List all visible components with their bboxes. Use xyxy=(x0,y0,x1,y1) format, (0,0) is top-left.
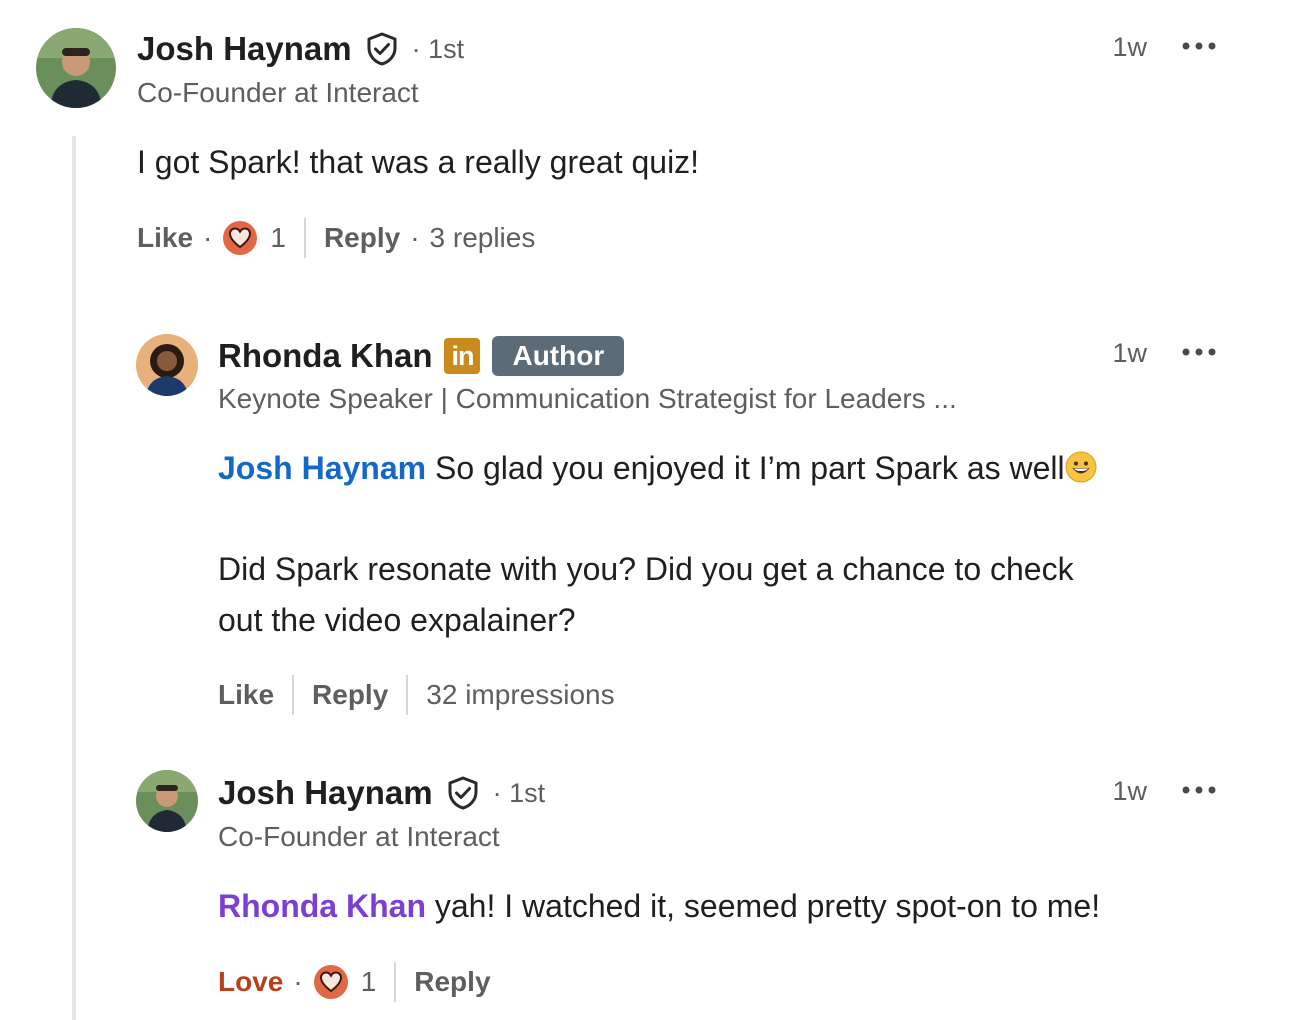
timestamp: 1w xyxy=(1112,776,1147,806)
author-name[interactable]: Josh Haynam xyxy=(137,30,352,68)
impressions-count: 32 impressions xyxy=(426,679,615,710)
reaction-count[interactable]: 1 xyxy=(270,222,286,254)
comment-text: I got Spark! that was a really great qui… xyxy=(137,144,700,180)
thread-line xyxy=(72,136,76,1020)
reply-button[interactable]: Reply xyxy=(312,679,388,711)
love-button[interactable]: Love xyxy=(218,966,283,998)
author-row: Josh Haynam · 1st xyxy=(218,774,545,812)
comment-text-line: Did Spark resonate with you? Did you get… xyxy=(218,551,1074,587)
author-headline: Keynote Speaker | Communication Strategi… xyxy=(218,383,957,414)
linkedin-icon: in xyxy=(444,338,481,374)
reaction-count[interactable]: 1 xyxy=(361,966,377,998)
like-button[interactable]: Like xyxy=(137,222,193,254)
timestamp: 1w xyxy=(1112,32,1147,62)
more-horizontal-icon[interactable] xyxy=(1181,346,1217,358)
replies-count[interactable]: 3 replies xyxy=(430,222,536,254)
heart-reaction-icon[interactable] xyxy=(313,964,349,1000)
heart-reaction-icon[interactable] xyxy=(222,220,258,256)
more-horizontal-icon[interactable] xyxy=(1181,784,1217,796)
mention-link[interactable]: Rhonda Khan xyxy=(218,888,426,924)
author-row: Josh Haynam · 1st xyxy=(137,30,464,68)
author-name[interactable]: Rhonda Khan xyxy=(218,337,432,375)
connection-degree: · 1st xyxy=(411,33,465,64)
mention-link[interactable]: Josh Haynam xyxy=(218,450,426,486)
comment-text-line: Josh Haynam So glad you enjoyed it I’m p… xyxy=(218,443,1097,493)
author-name[interactable]: Josh Haynam xyxy=(218,774,433,812)
comment-text-line: Rhonda Khan yah! I watched it, seemed pr… xyxy=(218,881,1100,931)
comment-actions: Like · 1 Reply · 3 replies xyxy=(137,218,535,258)
shield-check-icon xyxy=(445,775,481,811)
comment-actions: Love · 1 Reply xyxy=(218,962,491,1002)
avatar[interactable] xyxy=(136,334,198,396)
author-row: Rhonda Khan in Author xyxy=(218,336,625,376)
reply-button[interactable]: Reply xyxy=(414,966,490,998)
reply-button[interactable]: Reply xyxy=(324,222,400,254)
comment-text: yah! I watched it, seemed pretty spot-on… xyxy=(425,888,1101,924)
connection-degree: · 1st xyxy=(492,777,546,808)
avatar[interactable] xyxy=(36,28,116,108)
author-badge: Author xyxy=(492,336,625,376)
author-headline: Co-Founder at Interact xyxy=(218,821,500,852)
comment-text-line: out the video expalainer? xyxy=(218,602,576,638)
like-button[interactable]: Like xyxy=(218,679,274,711)
shield-check-icon xyxy=(364,31,400,67)
author-headline: Co-Founder at Interact xyxy=(137,77,419,108)
comment-actions: Like Reply 32 impressions xyxy=(218,675,615,715)
comment-text: So glad you enjoyed it I’m part Spark as… xyxy=(426,450,1065,486)
more-horizontal-icon[interactable] xyxy=(1181,40,1217,52)
avatar[interactable] xyxy=(136,770,198,832)
timestamp: 1w xyxy=(1112,338,1147,368)
grinning-face-emoji xyxy=(1065,451,1097,483)
